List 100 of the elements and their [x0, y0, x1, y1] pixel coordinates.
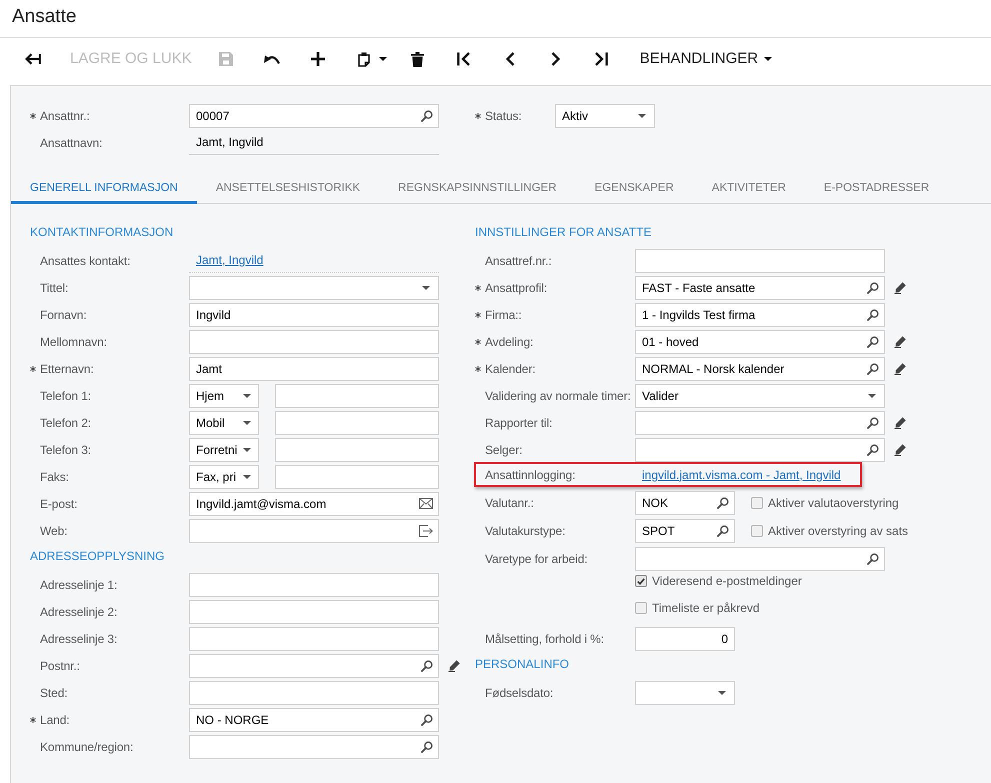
field-label: Kommune/region:	[40, 738, 134, 756]
caret-icon[interactable]	[868, 394, 876, 398]
tab[interactable]: ANSETTELSESHISTORIKK	[196, 176, 380, 204]
lookup-field[interactable]: 00007	[189, 104, 439, 128]
caret-icon[interactable]	[638, 114, 646, 118]
phone-number-field[interactable]	[275, 438, 439, 462]
dropdown-field[interactable]	[189, 276, 439, 300]
pencil-icon[interactable]	[894, 443, 907, 456]
contact-link[interactable]: Jamt, Ingvild	[196, 251, 264, 269]
tab[interactable]: E-POSTADRESSER	[804, 176, 948, 204]
text-field[interactable]	[189, 680, 439, 704]
field-label: Firma::	[485, 306, 522, 324]
tab[interactable]: REGNSKAPSINNSTILLINGER	[379, 176, 576, 204]
lookup-field[interactable]: NORMAL - Norsk kalender	[635, 356, 885, 380]
pencil-icon[interactable]	[894, 416, 907, 429]
status-dropdown[interactable]: Aktiv	[555, 104, 655, 128]
caret-icon[interactable]	[378, 57, 387, 61]
text-field[interactable]	[189, 600, 439, 624]
phone-type-dropdown[interactable]: Mobil	[189, 410, 259, 434]
pencil-icon[interactable]	[894, 362, 907, 375]
email-field[interactable]: Ingvild.jamt@visma.com	[189, 492, 439, 516]
text-field[interactable]	[189, 330, 439, 354]
search-icon[interactable]	[421, 714, 433, 726]
tab[interactable]: EGENSKAPER	[576, 176, 693, 204]
checkbox[interactable]	[751, 497, 763, 509]
lookup-field[interactable]	[189, 734, 439, 758]
search-icon[interactable]	[867, 308, 879, 320]
lookup-field[interactable]: 01 - hoved	[635, 330, 885, 354]
lookup-field[interactable]	[189, 654, 439, 678]
field-label: Rapporter til:	[485, 414, 552, 432]
checkbox[interactable]	[635, 602, 647, 614]
field-label: Fødselsdato:	[485, 684, 554, 702]
lookup-field[interactable]	[635, 410, 885, 434]
lookup-field[interactable]	[635, 546, 885, 570]
phone-type-dropdown[interactable]: Fax, pri	[189, 464, 259, 488]
phone-number-field[interactable]	[275, 410, 439, 434]
field-label: Status:	[485, 108, 522, 125]
search-icon[interactable]	[867, 362, 879, 374]
box-arrow-icon[interactable]	[419, 524, 433, 536]
text-field[interactable]	[189, 572, 439, 596]
search-icon[interactable]	[867, 282, 879, 294]
pencil-icon[interactable]	[894, 281, 907, 294]
search-icon[interactable]	[421, 110, 433, 122]
tab[interactable]: GENERELL INFORMASJON	[11, 176, 197, 204]
phone-number-field[interactable]	[275, 464, 439, 488]
date-field[interactable]	[635, 680, 735, 704]
lookup-field[interactable]: 1 - Ingvilds Test firma	[635, 302, 885, 326]
field-label: Valutakurstype:	[485, 523, 566, 540]
field-label: Faks:	[40, 468, 69, 486]
lookup-field[interactable]	[635, 438, 885, 462]
lookup-field[interactable]: NOK	[635, 491, 735, 515]
phone-type-dropdown[interactable]: Hjem	[189, 384, 259, 408]
curved-arrow-icon	[264, 54, 280, 64]
section-heading: KONTAKTINFORMASJON	[30, 224, 174, 241]
tab[interactable]: AKTIVITETER	[692, 176, 805, 204]
login-link[interactable]: ingvild.jamt.visma.com - Jamt, Ingvild	[642, 466, 841, 484]
caret-icon[interactable]	[243, 394, 251, 398]
number-field[interactable]: 0	[635, 627, 735, 651]
field-label: Ansattnavn:	[40, 134, 102, 152]
field-label: E-post:	[40, 496, 78, 512]
dropdown-field[interactable]: Valider	[635, 384, 885, 408]
text-field[interactable]: Ingvild	[189, 302, 439, 326]
field-label: Telefon 2:	[40, 414, 92, 432]
search-icon[interactable]	[717, 525, 729, 537]
caret-icon[interactable]	[243, 420, 251, 424]
checkbox[interactable]	[635, 575, 647, 587]
lookup-field[interactable]: SPOT	[635, 519, 735, 543]
search-icon[interactable]	[421, 740, 433, 752]
search-icon[interactable]	[717, 497, 729, 509]
caret-icon[interactable]	[764, 57, 772, 61]
caret-icon[interactable]	[422, 286, 430, 290]
text-field[interactable]	[189, 626, 439, 650]
pencil-icon[interactable]	[448, 659, 461, 672]
clipboard-icon	[358, 52, 370, 66]
text-field[interactable]: Jamt	[189, 356, 439, 380]
phone-number-field[interactable]	[275, 384, 439, 408]
pencil-icon[interactable]	[894, 335, 907, 348]
checkbox[interactable]	[751, 525, 763, 537]
search-icon[interactable]	[867, 444, 879, 456]
caret-icon[interactable]	[243, 474, 251, 478]
field-label: Valutanr.:	[485, 495, 534, 512]
search-icon[interactable]	[421, 660, 433, 672]
phone-type-dropdown[interactable]: Forretni	[189, 438, 259, 462]
field-label: Fornavn:	[40, 306, 87, 324]
field-label: Selger:	[485, 442, 522, 458]
lookup-field[interactable]: FAST - Faste ansatte	[635, 276, 885, 300]
web-field[interactable]	[189, 518, 439, 542]
lookup-field[interactable]: NO - NORGE	[189, 708, 439, 732]
caret-icon[interactable]	[718, 690, 726, 694]
envelope-icon[interactable]	[419, 498, 433, 509]
text-field[interactable]	[635, 248, 885, 272]
field-label: Adresselinje 3:	[40, 630, 118, 648]
search-icon[interactable]	[867, 416, 879, 428]
actions-menu-button[interactable]: BEHANDLINGER	[640, 42, 772, 76]
field-label: Ansattes kontakt:	[40, 252, 130, 270]
search-icon[interactable]	[867, 552, 879, 564]
caret-icon[interactable]	[243, 448, 251, 452]
back-arrow-icon	[25, 53, 41, 65]
field-label: Ansattnr.:	[40, 108, 90, 125]
search-icon[interactable]	[867, 336, 879, 348]
